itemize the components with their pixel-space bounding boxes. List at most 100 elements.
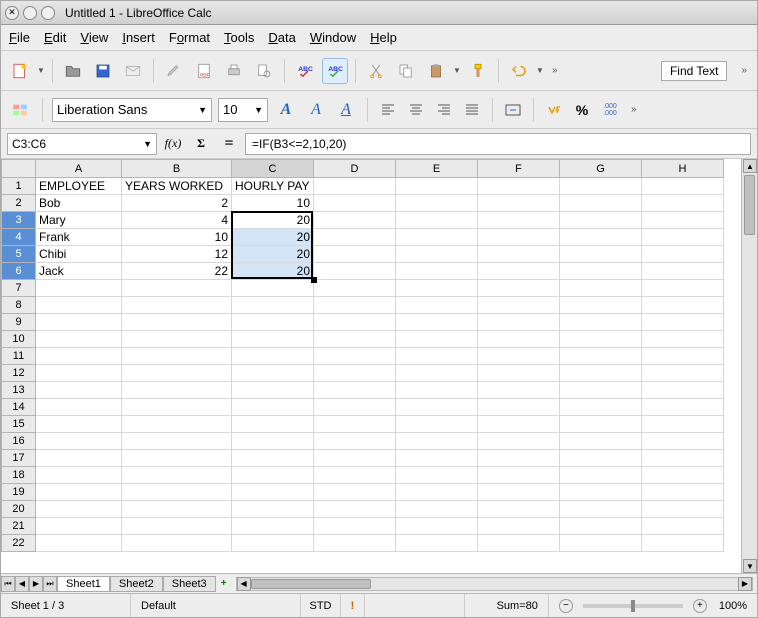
cell-F4[interactable] xyxy=(478,229,560,246)
col-header-B[interactable]: B xyxy=(122,160,232,178)
cell-A11[interactable] xyxy=(36,348,122,365)
add-sheet-icon[interactable]: + xyxy=(216,578,232,589)
spellcheck-icon[interactable]: ABC xyxy=(292,58,318,84)
cell-D19[interactable] xyxy=(314,484,396,501)
row-header-11[interactable]: 11 xyxy=(2,348,36,365)
row-header-4[interactable]: 4 xyxy=(2,229,36,246)
cell-A16[interactable] xyxy=(36,433,122,450)
cell-F6[interactable] xyxy=(478,263,560,280)
cell-D17[interactable] xyxy=(314,450,396,467)
cell-B20[interactable] xyxy=(122,501,232,518)
bold-button[interactable]: A xyxy=(274,98,298,122)
zoom-slider[interactable] xyxy=(583,604,683,608)
row-header-20[interactable]: 20 xyxy=(2,501,36,518)
row-header-2[interactable]: 2 xyxy=(2,195,36,212)
cell-G2[interactable] xyxy=(560,195,642,212)
menu-file[interactable]: File xyxy=(9,30,30,45)
cell-B12[interactable] xyxy=(122,365,232,382)
cell-F15[interactable] xyxy=(478,416,560,433)
align-center-icon[interactable] xyxy=(405,99,427,121)
row-header-3[interactable]: 3 xyxy=(2,212,36,229)
cell-F16[interactable] xyxy=(478,433,560,450)
align-left-icon[interactable] xyxy=(377,99,399,121)
cell-E9[interactable] xyxy=(396,314,478,331)
menu-tools[interactable]: Tools xyxy=(224,30,254,45)
horizontal-scrollbar[interactable]: ◀ ▶ xyxy=(236,577,753,591)
cell-C10[interactable] xyxy=(232,331,314,348)
cell-B11[interactable] xyxy=(122,348,232,365)
cell-B17[interactable] xyxy=(122,450,232,467)
format-overflow[interactable]: » xyxy=(627,104,641,115)
cell-F17[interactable] xyxy=(478,450,560,467)
cell-A14[interactable] xyxy=(36,399,122,416)
menu-view[interactable]: View xyxy=(80,30,108,45)
cell-A5[interactable]: Chibi xyxy=(36,246,122,263)
cell-C17[interactable] xyxy=(232,450,314,467)
cell-F18[interactable] xyxy=(478,467,560,484)
scroll-left-icon[interactable]: ◀ xyxy=(237,577,251,591)
cell-H20[interactable] xyxy=(642,501,724,518)
cell-E18[interactable] xyxy=(396,467,478,484)
cell-G22[interactable] xyxy=(560,535,642,552)
open-icon[interactable] xyxy=(60,58,86,84)
cell-A17[interactable] xyxy=(36,450,122,467)
cell-H13[interactable] xyxy=(642,382,724,399)
cell-E10[interactable] xyxy=(396,331,478,348)
cell-G5[interactable] xyxy=(560,246,642,263)
copy-icon[interactable] xyxy=(393,58,419,84)
cell-H11[interactable] xyxy=(642,348,724,365)
cell-C22[interactable] xyxy=(232,535,314,552)
cell-F1[interactable] xyxy=(478,178,560,195)
cell-B16[interactable] xyxy=(122,433,232,450)
format-paint-icon[interactable] xyxy=(465,58,491,84)
sheet-table[interactable]: ABCDEFGH1EMPLOYEEYEARS WORKEDHOURLY PAY2… xyxy=(1,159,724,552)
cell-B18[interactable] xyxy=(122,467,232,484)
align-justify-icon[interactable] xyxy=(461,99,483,121)
cell-A22[interactable] xyxy=(36,535,122,552)
cell-B21[interactable] xyxy=(122,518,232,535)
status-style[interactable]: Default xyxy=(131,594,301,617)
cell-B7[interactable] xyxy=(122,280,232,297)
cell-C12[interactable] xyxy=(232,365,314,382)
cell-C4[interactable]: 20 xyxy=(232,229,314,246)
col-header-E[interactable]: E xyxy=(396,160,478,178)
cell-H1[interactable] xyxy=(642,178,724,195)
cell-F11[interactable] xyxy=(478,348,560,365)
cell-H10[interactable] xyxy=(642,331,724,348)
currency-icon[interactable] xyxy=(543,99,565,121)
cell-H19[interactable] xyxy=(642,484,724,501)
cell-F13[interactable] xyxy=(478,382,560,399)
sheet-tab-3[interactable]: Sheet3 xyxy=(163,576,216,592)
cell-H5[interactable] xyxy=(642,246,724,263)
status-mode[interactable]: STD xyxy=(301,594,341,617)
cell-G8[interactable] xyxy=(560,297,642,314)
cell-D20[interactable] xyxy=(314,501,396,518)
cell-C21[interactable] xyxy=(232,518,314,535)
cell-H14[interactable] xyxy=(642,399,724,416)
status-sum[interactable]: Sum=80 xyxy=(465,594,549,617)
new-icon[interactable] xyxy=(7,58,33,84)
menu-help[interactable]: Help xyxy=(370,30,397,45)
maximize-icon[interactable] xyxy=(41,6,55,20)
zoom-value[interactable]: 100% xyxy=(719,600,747,612)
cell-G21[interactable] xyxy=(560,518,642,535)
row-header-16[interactable]: 16 xyxy=(2,433,36,450)
save-icon[interactable] xyxy=(90,58,116,84)
cut-icon[interactable] xyxy=(363,58,389,84)
edit-icon[interactable] xyxy=(161,58,187,84)
cell-B6[interactable]: 22 xyxy=(122,263,232,280)
cell-H8[interactable] xyxy=(642,297,724,314)
sheet-tab-1[interactable]: Sheet1 xyxy=(57,576,110,592)
zoom-out-icon[interactable]: − xyxy=(559,599,573,613)
cell-G6[interactable] xyxy=(560,263,642,280)
decimal-icon[interactable]: .000 .000 xyxy=(599,99,621,121)
toolbar-overflow[interactable]: » xyxy=(548,65,562,76)
cell-A8[interactable] xyxy=(36,297,122,314)
cell-F21[interactable] xyxy=(478,518,560,535)
row-header-15[interactable]: 15 xyxy=(2,416,36,433)
cell-F7[interactable] xyxy=(478,280,560,297)
vertical-scrollbar[interactable]: ▲ ▼ xyxy=(741,159,757,573)
row-header-13[interactable]: 13 xyxy=(2,382,36,399)
cell-C3[interactable]: 20 xyxy=(232,212,314,229)
cell-D3[interactable] xyxy=(314,212,396,229)
